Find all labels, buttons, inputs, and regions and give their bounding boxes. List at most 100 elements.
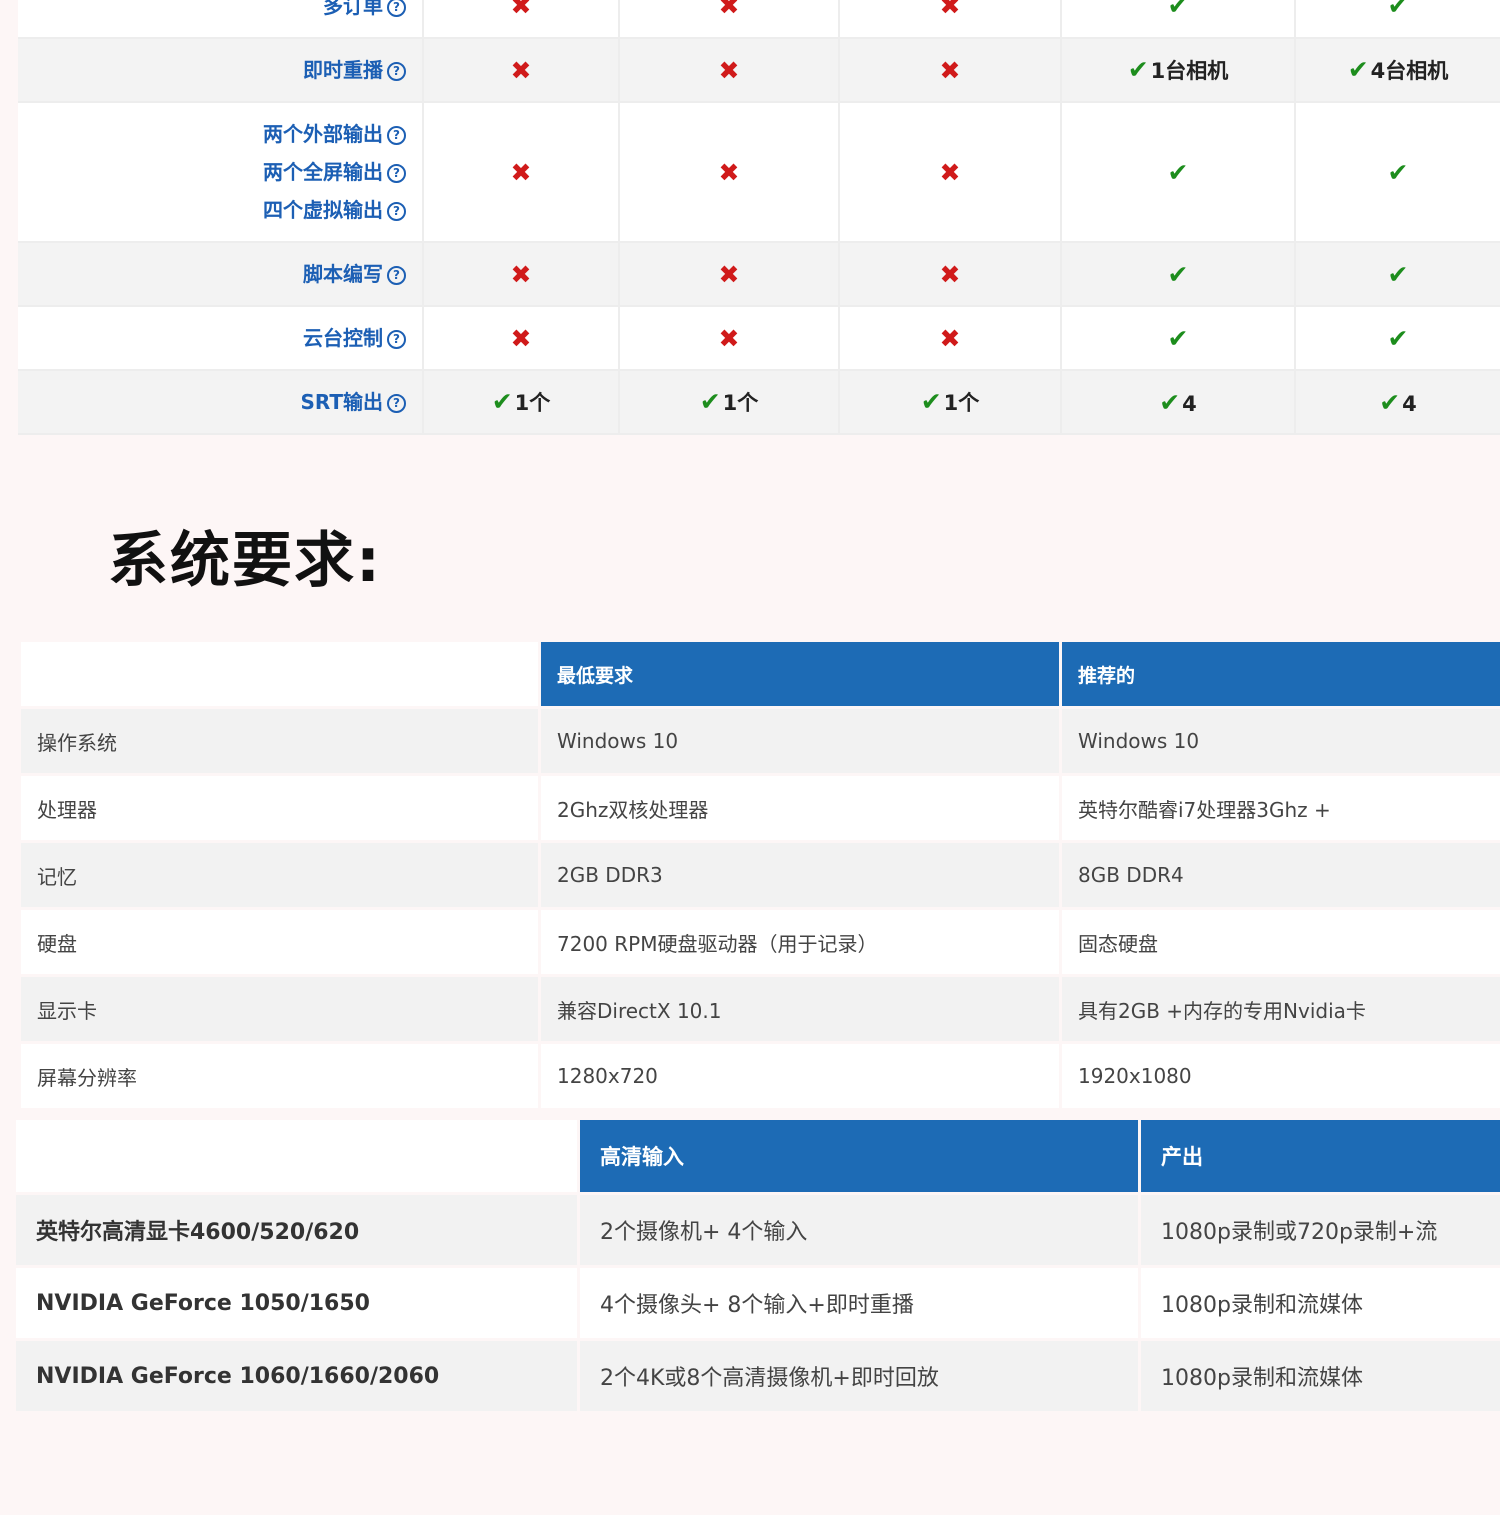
- cross-icon: ✖: [510, 157, 532, 187]
- cross-icon: ✖: [939, 259, 961, 289]
- cell-text: 1个: [943, 391, 980, 415]
- feature-cell: ✔4: [1061, 370, 1296, 435]
- feature-cell: ✖: [619, 102, 840, 243]
- feature-cell: ✔: [1295, 0, 1500, 39]
- table-row: NVIDIA GeForce 1060/1660/2060 2个4K或8个高清摄…: [16, 1341, 1500, 1411]
- cross-icon: ✖: [510, 55, 532, 85]
- check-icon: ✔: [699, 387, 721, 416]
- cross-icon: ✖: [718, 55, 740, 85]
- feature-name: 脚本编写?: [18, 242, 424, 307]
- table-cell: 1080p录制和流媒体: [1141, 1268, 1500, 1338]
- table-row: 英特尔高清显卡4600/520/620 2个摄像机+ 4个输入 1080p录制或…: [16, 1195, 1500, 1265]
- feature-cell: ✖: [839, 306, 1062, 371]
- feature-cell: ✖: [423, 0, 620, 39]
- check-icon: ✔: [1167, 259, 1189, 289]
- feature-cell: ✖: [839, 242, 1062, 307]
- table-cell: 固态硬盘: [1062, 910, 1500, 974]
- feature-cell: ✖: [423, 242, 620, 307]
- table-cell: 操作系统: [21, 709, 538, 773]
- header-cell: 最低要求: [541, 642, 1059, 706]
- header-cell: 产出: [1141, 1120, 1500, 1192]
- feature-cell: ✔1个: [619, 370, 840, 435]
- feature-cell: ✔1个: [839, 370, 1062, 435]
- help-icon[interactable]: ?: [387, 62, 406, 81]
- feature-cell: ✖: [619, 0, 840, 39]
- table-cell: 兼容DirectX 10.1: [541, 977, 1059, 1041]
- feature-cell: ✖: [839, 102, 1062, 243]
- table-cell: 英特尔酷睿i7处理器3Ghz +: [1062, 776, 1500, 840]
- help-icon[interactable]: ?: [387, 266, 406, 285]
- table-row: 记忆 2GB DDR3 8GB DDR4: [21, 843, 1500, 907]
- feature-cell: ✖: [423, 102, 620, 243]
- feature-row: 云台控制? ✖ ✖ ✖ ✔ ✔: [18, 306, 1500, 371]
- gpu-table: 高清输入 产出 英特尔高清显卡4600/520/620 2个摄像机+ 4个输入 …: [13, 1117, 1500, 1414]
- help-icon[interactable]: ?: [387, 164, 406, 183]
- table-header-row: 最低要求 推荐的: [21, 642, 1500, 706]
- table-cell: NVIDIA GeForce 1050/1650: [16, 1268, 577, 1338]
- feature-name: 即时重播?: [18, 38, 424, 103]
- table-cell: 屏幕分辨率: [21, 1044, 538, 1108]
- header-cell: 高清输入: [580, 1120, 1138, 1192]
- cell-text: 4台相机: [1370, 59, 1449, 83]
- table-cell: 显示卡: [21, 977, 538, 1041]
- feature-cell: ✔: [1295, 242, 1500, 307]
- cell-text: 1个: [514, 391, 551, 415]
- table-cell: 1280x720: [541, 1044, 1059, 1108]
- header-cell: 推荐的: [1062, 642, 1500, 706]
- section-heading: 系统要求:: [108, 526, 382, 596]
- table-cell: 硬盘: [21, 910, 538, 974]
- feature-cell: ✖: [423, 38, 620, 103]
- table-cell: 2个摄像机+ 4个输入: [580, 1195, 1138, 1265]
- feature-row: 即时重播? ✖ ✖ ✖ ✔1台相机 ✔4台相机: [18, 38, 1500, 103]
- feature-row: SRT输出? ✔1个 ✔1个 ✔1个 ✔4 ✔4: [18, 370, 1500, 435]
- check-icon: ✔: [1159, 387, 1181, 417]
- table-header-row: 高清输入 产出: [16, 1120, 1500, 1192]
- table-cell: 8GB DDR4: [1062, 843, 1500, 907]
- cell-text: 4: [1182, 391, 1197, 416]
- check-icon: ✔: [1167, 0, 1189, 20]
- feature-cell: ✖: [423, 306, 620, 371]
- table-row: 显示卡 兼容DirectX 10.1 具有2GB +内存的专用Nvidia卡: [21, 977, 1500, 1041]
- table-cell: 1080p录制或720p录制+流: [1141, 1195, 1500, 1265]
- cross-icon: ✖: [718, 259, 740, 289]
- feature-row: 多订单? ✖ ✖ ✖ ✔ ✔: [18, 0, 1500, 39]
- check-icon: ✔: [1387, 0, 1409, 20]
- feature-cell: ✔1个: [423, 370, 620, 435]
- cross-icon: ✖: [939, 0, 961, 20]
- table-cell: Windows 10: [541, 709, 1059, 773]
- help-icon[interactable]: ?: [387, 0, 406, 17]
- cross-icon: ✖: [510, 259, 532, 289]
- feature-cell: ✖: [839, 0, 1062, 39]
- check-icon: ✔: [1387, 157, 1409, 187]
- help-icon[interactable]: ?: [387, 394, 406, 413]
- feature-cell: ✔: [1061, 306, 1296, 371]
- cross-icon: ✖: [939, 55, 961, 85]
- cell-text: 4: [1402, 391, 1417, 416]
- help-icon[interactable]: ?: [387, 330, 406, 349]
- table-row: 屏幕分辨率 1280x720 1920x1080: [21, 1044, 1500, 1108]
- table-cell: 2Ghz双核处理器: [541, 776, 1059, 840]
- system-requirements-table: 最低要求 推荐的 操作系统 Windows 10 Windows 10 处理器 …: [18, 639, 1500, 1111]
- cross-icon: ✖: [718, 157, 740, 187]
- feature-cell: ✔: [1295, 306, 1500, 371]
- cross-icon: ✖: [718, 0, 740, 20]
- feature-cell: ✔4: [1295, 370, 1500, 435]
- table-row: 硬盘 7200 RPM硬盘驱动器（用于记录） 固态硬盘: [21, 910, 1500, 974]
- table-cell: 2个4K或8个高清摄像机+即时回放: [580, 1341, 1138, 1411]
- check-icon: ✔: [1167, 157, 1189, 187]
- table-cell: 7200 RPM硬盘驱动器（用于记录）: [541, 910, 1059, 974]
- header-cell: [21, 642, 538, 706]
- help-icon[interactable]: ?: [387, 126, 406, 145]
- table-row: NVIDIA GeForce 1050/1650 4个摄像头+ 8个输入+即时重…: [16, 1268, 1500, 1338]
- table-cell: 1080p录制和流媒体: [1141, 1341, 1500, 1411]
- table-cell: 英特尔高清显卡4600/520/620: [16, 1195, 577, 1265]
- table-cell: NVIDIA GeForce 1060/1660/2060: [16, 1341, 577, 1411]
- feature-cell: ✔: [1061, 102, 1296, 243]
- table-cell: Windows 10: [1062, 709, 1500, 773]
- table-row: 操作系统 Windows 10 Windows 10: [21, 709, 1500, 773]
- help-icon[interactable]: ?: [387, 202, 406, 221]
- table-cell: 处理器: [21, 776, 538, 840]
- feature-name: 多订单?: [18, 0, 424, 39]
- cell-text: 1个: [722, 391, 759, 415]
- feature-cell: ✔1台相机: [1061, 38, 1296, 103]
